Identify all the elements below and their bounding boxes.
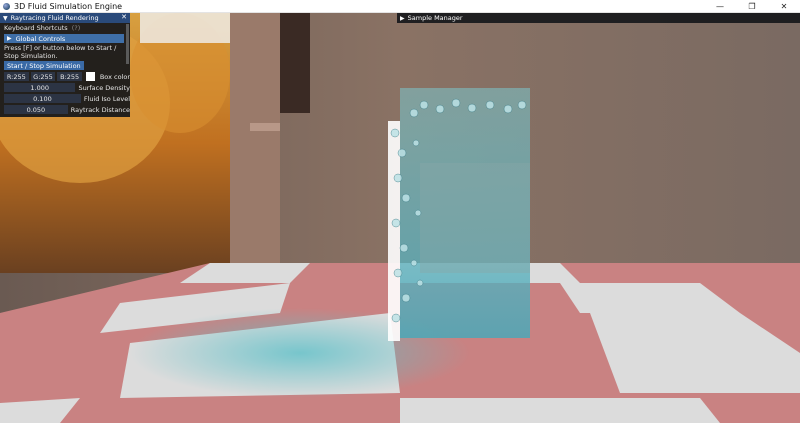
surface-density-input[interactable]: 1.000 (4, 83, 76, 92)
global-controls-header[interactable]: ▶ Global Controls (4, 34, 124, 43)
box-color-label: Box color (99, 72, 130, 81)
restore-icon[interactable]: ❐ (736, 0, 768, 13)
close-window-icon[interactable]: ✕ (768, 0, 800, 13)
help-hint[interactable]: (?) (72, 24, 81, 32)
sample-manager-title: Sample Manager (407, 14, 463, 22)
window-title-bar: 3D Fluid Simulation Engine — ❐ ✕ (0, 0, 800, 13)
box-color-swatch[interactable] (85, 72, 95, 81)
param-row: 0.050 Raytrack Distance (0, 104, 130, 115)
close-panel-icon[interactable]: ✕ (121, 13, 127, 21)
expand-triangle-icon: ▶ (7, 35, 12, 42)
fluid-iso-level-input[interactable]: 0.100 (4, 94, 81, 103)
fluid-iso-level-label: Fluid Iso Level (83, 94, 130, 103)
green-channel-input[interactable]: G:255 (30, 72, 56, 81)
keyboard-shortcuts-row: Keyboard Shortcuts (?) (0, 23, 130, 33)
app-icon (3, 2, 10, 10)
keyboard-shortcuts-label: Keyboard Shortcuts (4, 24, 68, 32)
sample-manager-panel: ▶ Sample Manager (397, 13, 800, 23)
start-stop-button[interactable]: Start / Stop Simulation (4, 61, 84, 70)
raytrack-distance-input[interactable]: 0.050 (4, 105, 68, 114)
red-channel-input[interactable]: R:255 (4, 72, 29, 81)
fluid-panel-title-bar[interactable]: ▼ Raytracing Fluid Rendering ✕ (0, 13, 130, 23)
blue-channel-input[interactable]: B:255 (57, 72, 82, 81)
instructions-line-1: Press [F] or button below to Start / (4, 44, 117, 52)
surface-density-label: Surface Density (78, 83, 130, 92)
collapse-triangle-icon[interactable]: ▼ (3, 15, 8, 22)
minimize-icon[interactable]: — (704, 0, 736, 13)
instructions-line-2: Stop Simulation. (4, 52, 58, 60)
param-row: 0.100 Fluid Iso Level (0, 93, 130, 104)
expand-triangle-icon[interactable]: ▶ (400, 15, 405, 22)
raytrack-distance-label: Raytrack Distance (70, 105, 130, 114)
sample-manager-title-bar[interactable]: ▶ Sample Manager (397, 13, 800, 23)
window-controls: — ❐ ✕ (704, 0, 800, 13)
start-stop-row: Start / Stop Simulation (0, 60, 130, 71)
window-title: 3D Fluid Simulation Engine (14, 1, 123, 11)
panel-scrollbar[interactable] (126, 24, 129, 64)
global-controls-label: Global Controls (15, 34, 66, 43)
param-row: 1.000 Surface Density (0, 82, 130, 93)
box-color-row: R:255 G:255 B:255 Box color (0, 71, 130, 82)
fluid-panel-title: Raytracing Fluid Rendering (10, 14, 99, 22)
fluid-rendering-panel: ▼ Raytracing Fluid Rendering ✕ Keyboard … (0, 13, 130, 117)
